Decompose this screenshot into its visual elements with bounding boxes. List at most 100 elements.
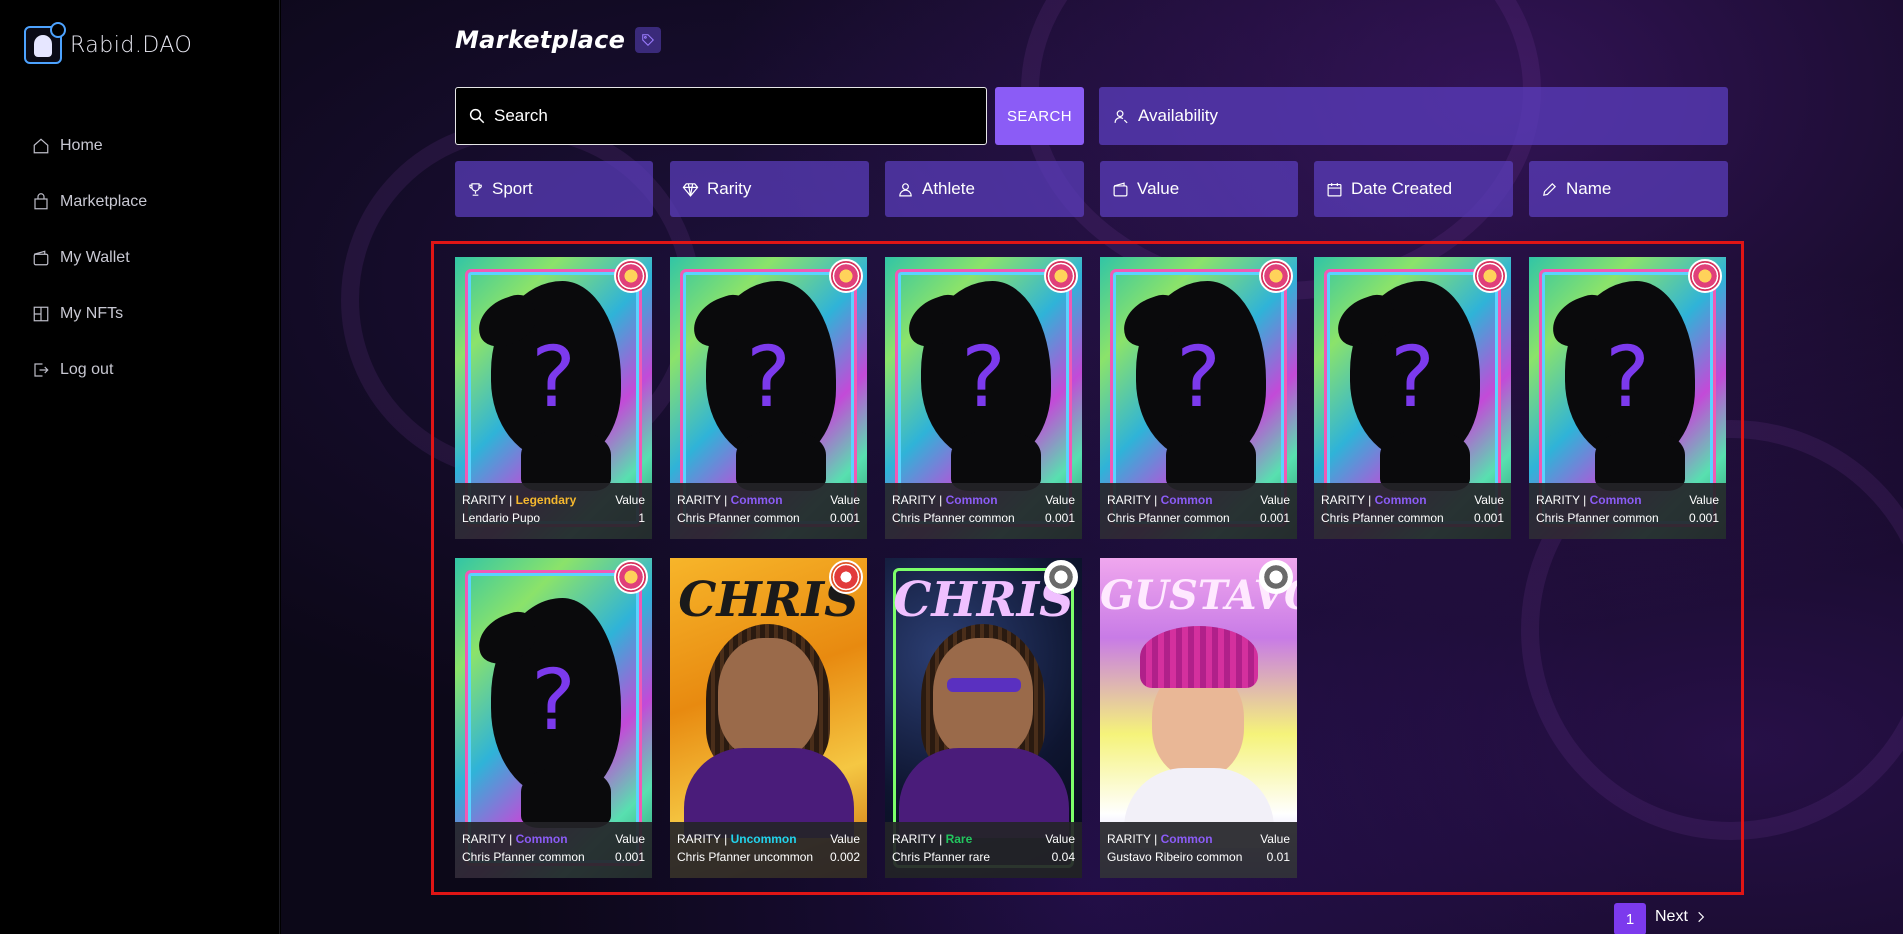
mystery-question-mark: ? (1605, 328, 1650, 426)
rarity-value: Rare (945, 832, 973, 846)
page-header: Marketplace (455, 26, 662, 54)
value-label: Value (1045, 493, 1075, 507)
sidebar-nav: Home Marketplace My Wallet My NFTs Log o… (32, 118, 147, 398)
logo[interactable]: Rabid.DAO (24, 22, 193, 64)
rarity-badge-icon (1044, 259, 1078, 293)
sidebar-item-label: Marketplace (60, 193, 148, 210)
rarity-badge-icon (1259, 560, 1293, 594)
nft-card[interactable]: ? RARITY | Common Value Chris Pfanner com… (885, 257, 1082, 539)
rarity-label: RARITY (677, 493, 721, 507)
filter-athlete[interactable]: Athlete (885, 161, 1084, 217)
card-value: 0.002 (829, 850, 860, 864)
card-name: Chris Pfanner common (1107, 511, 1230, 525)
sidebar-item-my-wallet[interactable]: My Wallet (32, 230, 147, 286)
rarity-value: Common (1160, 493, 1213, 507)
rabbit-logo-icon (24, 22, 66, 64)
filter-label: Date Created (1351, 179, 1453, 198)
sidebar-item-log-out[interactable]: Log out (32, 342, 147, 398)
rarity-badge-icon (1473, 259, 1507, 293)
card-value: 0.04 (1051, 850, 1075, 864)
sidebar-item-label: Home (60, 137, 103, 154)
search-field[interactable] (455, 87, 987, 145)
sidebar-item-home[interactable]: Home (32, 118, 147, 174)
nft-icon (32, 305, 50, 323)
filter-name[interactable]: Name (1529, 161, 1728, 217)
user-search-icon (1114, 109, 1128, 123)
availability-dropdown[interactable]: Availability (1099, 87, 1728, 145)
sidebar-item-marketplace[interactable]: Marketplace (32, 174, 147, 230)
value-label: Value (615, 832, 645, 846)
sidebar-item-label: My Wallet (60, 249, 130, 266)
card-value: 0.001 (614, 850, 645, 864)
rarity-label: RARITY (1321, 493, 1365, 507)
availability-label: Availability (1138, 106, 1219, 125)
value-label: Value (1045, 832, 1075, 846)
person-icon (899, 182, 912, 196)
card-info: RARITY | Legendary Value Lendario Pupo 1 (455, 483, 652, 539)
card-name: Gustavo Ribeiro common (1107, 850, 1243, 864)
card-name: Lendario Pupo (462, 511, 541, 525)
nft-card[interactable]: ? RARITY | Common Value Chris Pfanner com… (1529, 257, 1726, 539)
calendar-icon (1327, 182, 1342, 196)
card-info: RARITY | Common Value Chris Pfanner commo… (670, 483, 867, 539)
pagination-next-button[interactable]: Next (1655, 908, 1708, 926)
card-info: RARITY | Uncommon Value Chris Pfanner unc… (670, 822, 867, 878)
mystery-question-mark: ? (961, 328, 1006, 426)
rarity-label: RARITY (462, 493, 506, 507)
tag-icon (635, 27, 662, 53)
value-label: Value (1474, 493, 1504, 507)
nft-card[interactable]: ? RARITY | Common Value Chris Pfanner com… (455, 558, 652, 878)
rarity-value: Common (1589, 493, 1642, 507)
rarity-badge-icon (1688, 259, 1722, 293)
rarity-value: Common (730, 493, 783, 507)
nft-card[interactable]: ? RARITY | Legendary Value Lendario Pupo 1 (455, 257, 652, 539)
card-name: Chris Pfanner common (1321, 511, 1444, 525)
logo-text: Rabid.DAO (70, 32, 193, 58)
sidebar-item-label: Log out (60, 361, 114, 378)
card-name: Chris Pfanner rare (892, 850, 991, 864)
nft-card[interactable]: CHRIS RARITY | Rare Value Chris Pfanner r… (885, 558, 1082, 878)
filter-date-created[interactable]: Date Created (1314, 161, 1513, 217)
card-value: 0.001 (829, 511, 860, 525)
card-info: RARITY | Common Value Chris Pfanner commo… (885, 483, 1082, 539)
card-value: 0.001 (1259, 511, 1290, 525)
rarity-label: RARITY (677, 832, 721, 846)
card-info: RARITY | Common Value Chris Pfanner commo… (455, 822, 652, 878)
card-info: RARITY | Common Value Chris Pfanner commo… (1100, 483, 1297, 539)
search-button[interactable]: SEARCH (995, 87, 1084, 145)
rarity-label: RARITY (1107, 493, 1151, 507)
mystery-question-mark: ? (1176, 328, 1221, 426)
filter-value[interactable]: Value (1100, 161, 1298, 217)
value-label: Value (830, 832, 860, 846)
filter-rarity[interactable]: Rarity (670, 161, 869, 217)
sidebar-item-my-nfts[interactable]: My NFTs (32, 286, 147, 342)
filter-label: Rarity (707, 179, 752, 198)
trophy-icon (469, 182, 482, 196)
filter-sport[interactable]: Sport (455, 161, 653, 217)
logout-icon (32, 361, 50, 379)
nft-card[interactable]: GUSTAVO RARITY | Common Value Gustavo Rib… (1100, 558, 1297, 878)
mystery-question-mark: ? (531, 328, 576, 426)
pagination-page-1[interactable]: 1 (1614, 903, 1646, 934)
sidebar: Rabid.DAO Home Marketplace My Wallet My … (0, 0, 280, 934)
pencil-icon (1543, 182, 1557, 196)
rarity-badge-icon (614, 259, 648, 293)
value-label: Value (1260, 832, 1290, 846)
nft-card[interactable]: ? RARITY | Common Value Chris Pfanner com… (670, 257, 867, 539)
nft-card[interactable]: ? RARITY | Common Value Chris Pfanner com… (1314, 257, 1511, 539)
card-info: RARITY | Common Value Chris Pfanner commo… (1314, 483, 1511, 539)
search-input[interactable] (494, 106, 974, 126)
rarity-value: Common (945, 493, 998, 507)
rarity-badge-icon (1044, 560, 1078, 594)
card-name: Chris Pfanner common (462, 850, 585, 864)
nft-card[interactable]: ? RARITY | Common Value Chris Pfanner com… (1100, 257, 1297, 539)
chevron-right-icon (1698, 911, 1705, 923)
rarity-label: RARITY (1536, 493, 1580, 507)
card-value: 0.001 (1473, 511, 1504, 525)
value-label: Value (1260, 493, 1290, 507)
nft-card[interactable]: CHRIS RARITY | Uncommon Value Chris Pfann… (670, 558, 867, 878)
rarity-value: Common (1160, 832, 1213, 846)
rarity-label: RARITY (892, 832, 936, 846)
rarity-value: Uncommon (730, 832, 797, 846)
card-value: 1 (638, 511, 645, 525)
